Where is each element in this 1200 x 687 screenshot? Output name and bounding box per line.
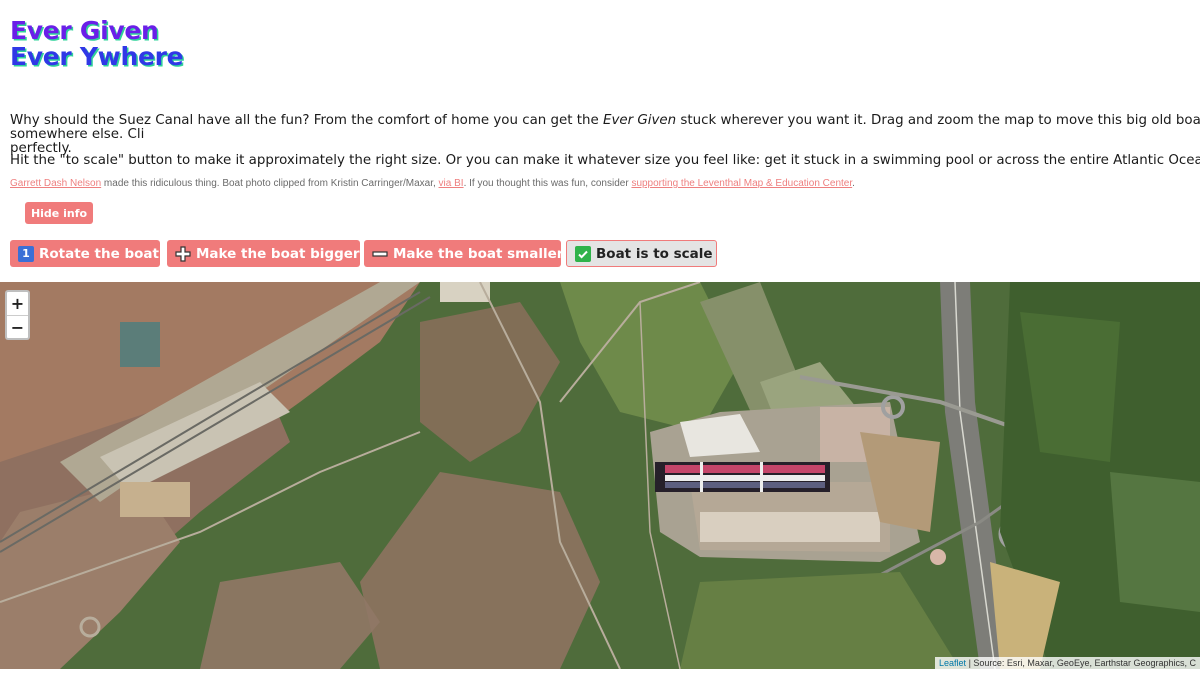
credits-text-1: made this ridiculous thing. Boat photo c… — [101, 178, 439, 189]
satellite-imagery — [0, 282, 1200, 669]
credits-text-2: . If you thought this was fun, consider — [463, 178, 632, 189]
attribution-text: | Source: Esri, Maxar, GeoEye, Earthstar… — [966, 658, 1196, 668]
bigger-boat-button[interactable]: Make the boat bigger — [167, 240, 360, 267]
smaller-boat-label: Make the boat smaller — [393, 245, 564, 262]
minus-icon — [372, 246, 388, 262]
rotate-boat-button[interactable]: 1 Rotate the boat — [10, 240, 160, 267]
ship-name-emphasis: Ever Given — [603, 113, 677, 128]
credits-line: Garrett Dash Nelson made this ridiculous… — [10, 178, 855, 189]
zoom-control: + − — [5, 290, 30, 340]
zoom-in-button[interactable]: + — [7, 292, 28, 315]
bigger-boat-label: Make the boat bigger — [196, 245, 360, 262]
rotate-boat-label: Rotate the boat — [39, 245, 159, 262]
support-link[interactable]: supporting the Leventhal Map & Education… — [631, 178, 852, 189]
via-bi-link[interactable]: via BI — [439, 178, 464, 189]
boat-to-scale-button[interactable]: Boat is to scale — [566, 240, 717, 267]
intro-text-before: Why should the Suez Canal have all the f… — [10, 113, 604, 128]
hide-info-button[interactable]: Hide info — [25, 202, 93, 224]
site-title: Ever Given Ever Ywhere — [10, 16, 184, 71]
smaller-boat-button[interactable]: Make the boat smaller — [364, 240, 564, 267]
plus-icon — [175, 245, 191, 262]
checkmark-icon — [575, 245, 591, 262]
title-line-1: Ever Given — [10, 16, 159, 45]
satellite-map[interactable]: + − Leaflet | Source: Esri, Maxar, GeoEy… — [0, 282, 1200, 669]
map-attribution: Leaflet | Source: Esri, Maxar, GeoEye, E… — [935, 657, 1200, 669]
author-link[interactable]: Garrett Dash Nelson — [10, 178, 101, 189]
info-number-icon: 1 — [18, 245, 34, 262]
leaflet-link[interactable]: Leaflet — [939, 658, 966, 668]
credits-text-3: . — [852, 178, 855, 189]
zoom-out-button[interactable]: − — [7, 315, 28, 338]
scale-instructions: Hit the "to scale" button to make it app… — [10, 153, 1200, 168]
intro-paragraph: Why should the Suez Canal have all the f… — [10, 114, 1200, 156]
boat-to-scale-label: Boat is to scale — [596, 245, 713, 262]
title-line-2: Ever Ywhere — [10, 42, 184, 71]
